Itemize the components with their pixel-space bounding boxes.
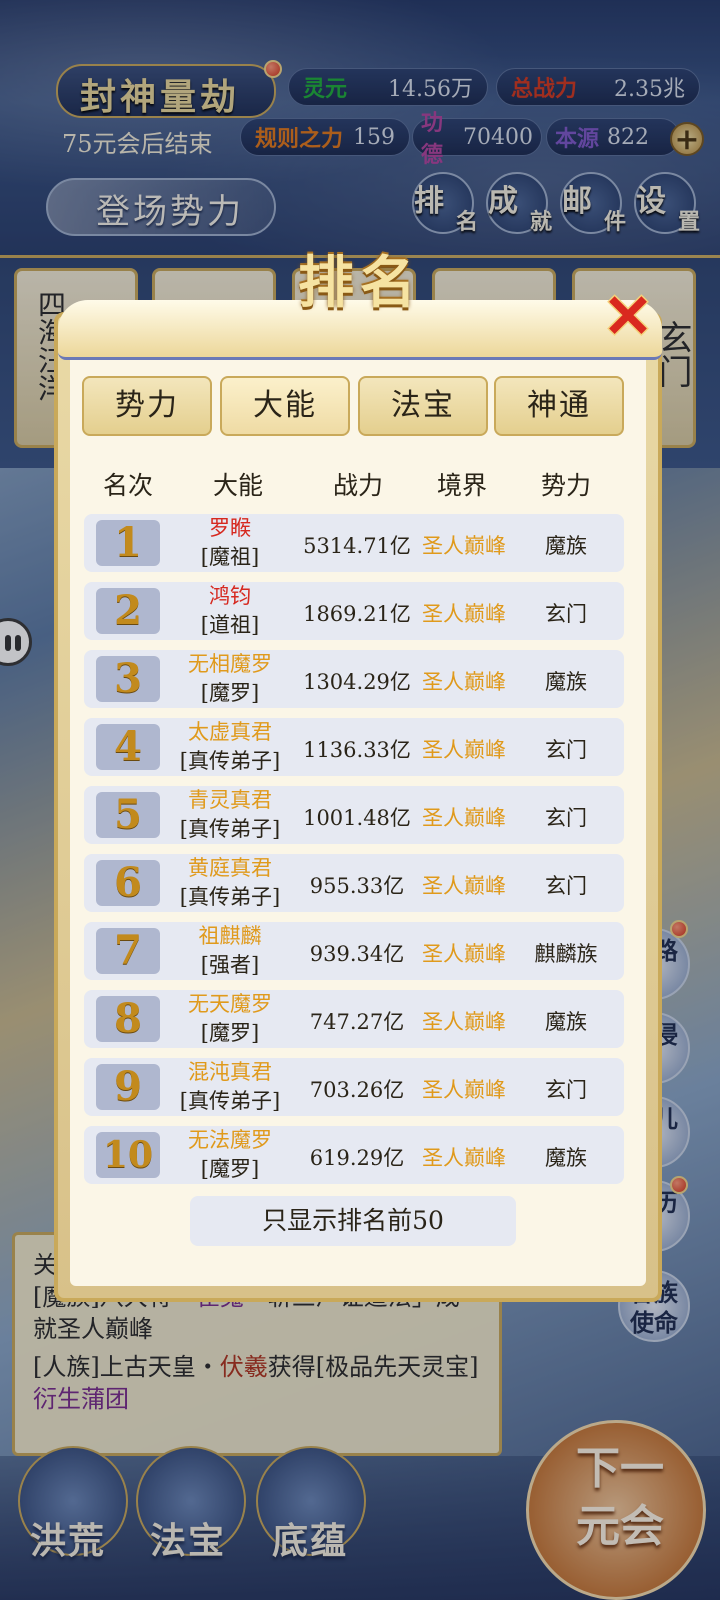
column-header-faction: 势力: [540, 471, 591, 500]
column-header-great-power: 大能: [212, 471, 263, 500]
great-power-name: 罗睺: [209, 516, 251, 540]
tab-treasure[interactable]: 法宝: [358, 376, 488, 436]
rank-badge: 2: [96, 588, 160, 634]
column-header-realm: 境界: [436, 471, 487, 500]
faction-value: 玄门: [545, 1078, 587, 1102]
tab-divine-ability[interactable]: 神通: [494, 376, 624, 436]
great-power-title: [真传弟子]: [179, 1089, 281, 1113]
great-power-title: [真传弟子]: [179, 885, 281, 909]
realm-value: 圣人巅峰: [422, 738, 506, 762]
faction-value: 玄门: [545, 874, 587, 898]
faction-value: 魔族: [545, 534, 587, 558]
tab-faction[interactable]: 势力: [82, 376, 212, 436]
column-header-power: 战力: [332, 471, 383, 500]
great-power-title: [魔罗]: [200, 1021, 260, 1045]
rank-badge: 10: [96, 1132, 160, 1178]
great-power-cell[interactable]: 祖麒麟 [强者]: [172, 922, 288, 980]
faction-value: 玄门: [545, 602, 587, 626]
great-power-name: 祖麒麟: [198, 924, 262, 948]
rank-badge: 9: [96, 1064, 160, 1110]
power-value: 955.33亿: [309, 874, 405, 898]
rank-badge: 4: [96, 724, 160, 770]
great-power-name: 无法魔罗: [188, 1128, 272, 1152]
great-power-name: 黄庭真君: [188, 856, 272, 880]
great-power-title: [魔罗]: [200, 1157, 260, 1181]
power-value: 5314.71亿: [303, 534, 411, 558]
power-value: 1304.29亿: [303, 670, 411, 694]
close-icon[interactable]: ✕: [598, 287, 658, 347]
great-power-name: 青灵真君: [188, 788, 272, 812]
realm-value: 圣人巅峰: [422, 534, 506, 558]
realm-value: 圣人巅峰: [422, 1078, 506, 1102]
realm-value: 圣人巅峰: [422, 1146, 506, 1170]
great-power-cell[interactable]: 太虚真君 [真传弟子]: [172, 718, 288, 776]
great-power-name: 无天魔罗: [188, 992, 272, 1016]
great-power-cell[interactable]: 无法魔罗 [魔罗]: [172, 1126, 288, 1184]
great-power-cell[interactable]: 黄庭真君 [真传弟子]: [172, 854, 288, 912]
great-power-cell[interactable]: 无相魔罗 [魔罗]: [172, 650, 288, 708]
realm-value: 圣人巅峰: [422, 874, 506, 898]
great-power-name: 太虚真君: [188, 720, 272, 744]
rank-badge: 7: [96, 928, 160, 974]
great-power-name: 混沌真君: [188, 1060, 272, 1084]
power-value: 703.26亿: [309, 1078, 405, 1102]
great-power-name: 鸿钧: [209, 584, 251, 608]
rank-badge: 5: [96, 792, 160, 838]
great-power-title: [强者]: [200, 953, 260, 977]
faction-value: 玄门: [545, 738, 587, 762]
faction-value: 魔族: [545, 1010, 587, 1034]
realm-value: 圣人巅峰: [422, 806, 506, 830]
modal-title: 排名: [298, 250, 422, 316]
rank-badge: 3: [96, 656, 160, 702]
faction-value: 玄门: [545, 806, 587, 830]
power-value: 1001.48亿: [303, 806, 411, 830]
great-power-cell[interactable]: 混沌真君 [真传弟子]: [172, 1058, 288, 1116]
great-power-cell[interactable]: 无天魔罗 [魔罗]: [172, 990, 288, 1048]
rank-badge: 1: [96, 520, 160, 566]
power-value: 1136.33亿: [303, 738, 411, 762]
great-power-cell[interactable]: 青灵真君 [真传弟子]: [172, 786, 288, 844]
great-power-title: [魔祖]: [200, 545, 260, 569]
great-power-title: [真传弟子]: [179, 749, 281, 773]
realm-value: 圣人巅峰: [422, 670, 506, 694]
great-power-cell[interactable]: 罗睺 [魔祖]: [172, 514, 288, 572]
great-power-cell[interactable]: 鸿钧 [道祖]: [172, 582, 288, 640]
power-value: 619.29亿: [309, 1146, 405, 1170]
faction-value: 麒麟族: [534, 942, 598, 966]
faction-value: 魔族: [545, 670, 587, 694]
tab-great-power[interactable]: 大能: [220, 376, 350, 436]
power-value: 747.27亿: [309, 1010, 405, 1034]
power-value: 1869.21亿: [303, 602, 411, 626]
realm-value: 圣人巅峰: [422, 1010, 506, 1034]
great-power-name: 无相魔罗: [188, 652, 272, 676]
great-power-title: [道祖]: [200, 613, 260, 637]
top-50-note: 只显示排名前50: [190, 1196, 516, 1246]
rank-badge: 6: [96, 860, 160, 906]
realm-value: 圣人巅峰: [422, 602, 506, 626]
faction-value: 魔族: [545, 1146, 587, 1170]
great-power-title: [魔罗]: [200, 681, 260, 705]
rank-badge: 8: [96, 996, 160, 1042]
great-power-title: [真传弟子]: [179, 817, 281, 841]
column-header-rank: 名次: [102, 471, 153, 500]
power-value: 939.34亿: [309, 942, 405, 966]
realm-value: 圣人巅峰: [422, 942, 506, 966]
